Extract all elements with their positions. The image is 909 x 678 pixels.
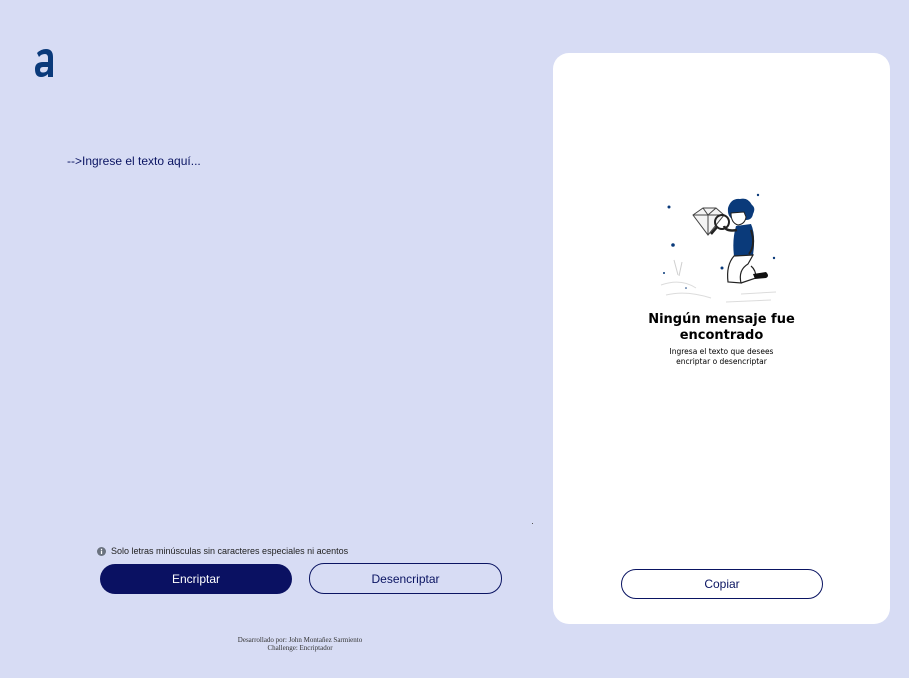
person-with-magnifier-illustration <box>660 193 777 303</box>
alura-logo-icon <box>35 49 53 77</box>
empty-state-title-line1: Ningún mensaje fue <box>648 312 795 327</box>
decorative-dot <box>532 523 533 524</box>
footer-author: Desarrollado por: John Montañez Sarmient… <box>237 636 363 644</box>
empty-state-title: Ningún mensaje fue encontrado <box>553 312 890 344</box>
empty-state-subtitle: Ingresa el texto que desees encriptar o … <box>553 347 890 367</box>
output-panel: Ningún mensaje fue encontrado Ingresa el… <box>553 53 890 624</box>
empty-state-subtitle-line1: Ingresa el texto que desees <box>669 347 774 356</box>
footer: Desarrollado por: John Montañez Sarmient… <box>200 636 400 652</box>
footer-challenge: Challenge: Encriptador <box>267 644 333 652</box>
empty-state-subtitle-line2: encriptar o desencriptar <box>676 357 767 366</box>
info-icon <box>97 546 106 556</box>
hint-text: Solo letras minúsculas sin caracteres es… <box>111 546 349 556</box>
decrypt-button[interactable]: Desencriptar <box>309 563 502 594</box>
empty-state-title-line2: encontrado <box>679 328 764 343</box>
copy-button[interactable]: Copiar <box>621 569 823 599</box>
encrypt-button[interactable]: Encriptar <box>100 564 292 594</box>
message-input[interactable] <box>66 150 507 514</box>
input-hint: Solo letras minúsculas sin caracteres es… <box>97 546 348 556</box>
